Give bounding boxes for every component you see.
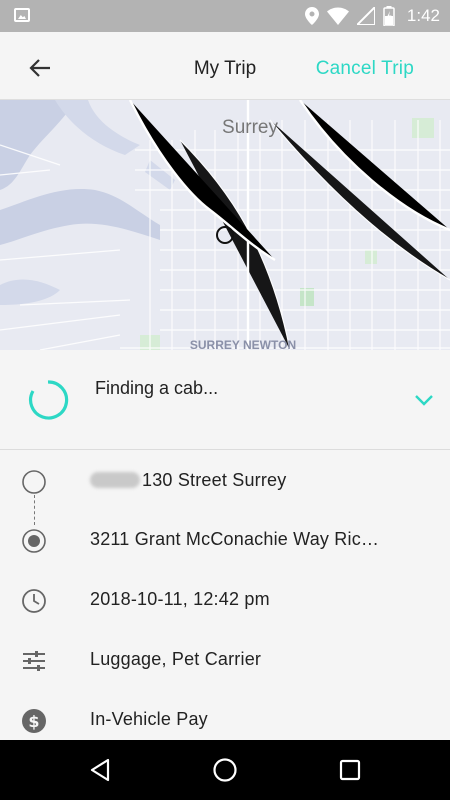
pickup-circle-icon	[21, 469, 47, 495]
map-canvas: Surrey SURREY NEWTON	[0, 100, 450, 350]
options-row[interactable]: Luggage, Pet Carrier	[0, 631, 450, 691]
nav-recents-icon	[339, 759, 361, 781]
chevron-down-icon	[415, 395, 433, 406]
nav-home-button[interactable]	[210, 755, 240, 785]
status-time: 1:42	[406, 6, 440, 25]
clock-icon	[21, 588, 47, 614]
pickup-time: 2018-10-11, 12:42 pm	[90, 589, 270, 609]
app-bar: My Trip Cancel Trip	[0, 32, 450, 100]
status-icons: 1:42	[304, 0, 440, 32]
system-nav-bar	[0, 740, 450, 800]
map-view[interactable]: Surrey SURREY NEWTON	[0, 100, 450, 350]
nav-home-icon	[213, 758, 237, 782]
payment-row[interactable]: $ In-Vehicle Pay	[0, 691, 450, 741]
pickup-address-text: 130 Street Surrey	[142, 470, 287, 490]
expand-button[interactable]	[410, 386, 438, 414]
arrow-back-icon	[29, 59, 50, 77]
pickup-address: 130 Street Surrey	[90, 470, 286, 491]
status-bar: 1:42	[0, 0, 450, 32]
time-row[interactable]: 2018-10-11, 12:42 pm	[0, 571, 450, 631]
wifi-icon	[326, 7, 349, 25]
redacted-text	[90, 472, 140, 488]
trip-details: 130 Street Surrey 3211 Grant McConachie …	[0, 451, 450, 741]
dollar-icon: $	[21, 708, 47, 734]
trip-options: Luggage, Pet Carrier	[90, 649, 262, 669]
back-button[interactable]	[24, 52, 56, 84]
svg-text:$: $	[28, 712, 39, 731]
trip-status-text: Finding a cab...	[95, 378, 219, 398]
signal-icon	[356, 7, 375, 25]
nav-recents-button[interactable]	[335, 755, 365, 785]
payment-method: In-Vehicle Pay	[90, 709, 208, 729]
battery-icon	[383, 6, 395, 26]
dropoff-address: 3211 Grant McConachie Way Ric…	[90, 529, 380, 549]
image-icon	[14, 8, 30, 22]
dropoff-radio-icon	[21, 528, 47, 554]
map-area-label: SURREY NEWTON	[190, 338, 296, 350]
nav-back-button[interactable]	[85, 755, 115, 785]
sliders-icon	[21, 648, 47, 674]
cancel-trip-button[interactable]: Cancel Trip	[316, 58, 414, 80]
location-icon	[304, 7, 319, 25]
nav-back-icon	[90, 758, 110, 782]
loading-spinner-icon	[29, 380, 69, 420]
map-city-label: Surrey	[222, 117, 278, 138]
dropoff-row[interactable]: 3211 Grant McConachie Way Ric…	[0, 511, 450, 571]
pickup-row[interactable]: 130 Street Surrey	[0, 452, 450, 512]
